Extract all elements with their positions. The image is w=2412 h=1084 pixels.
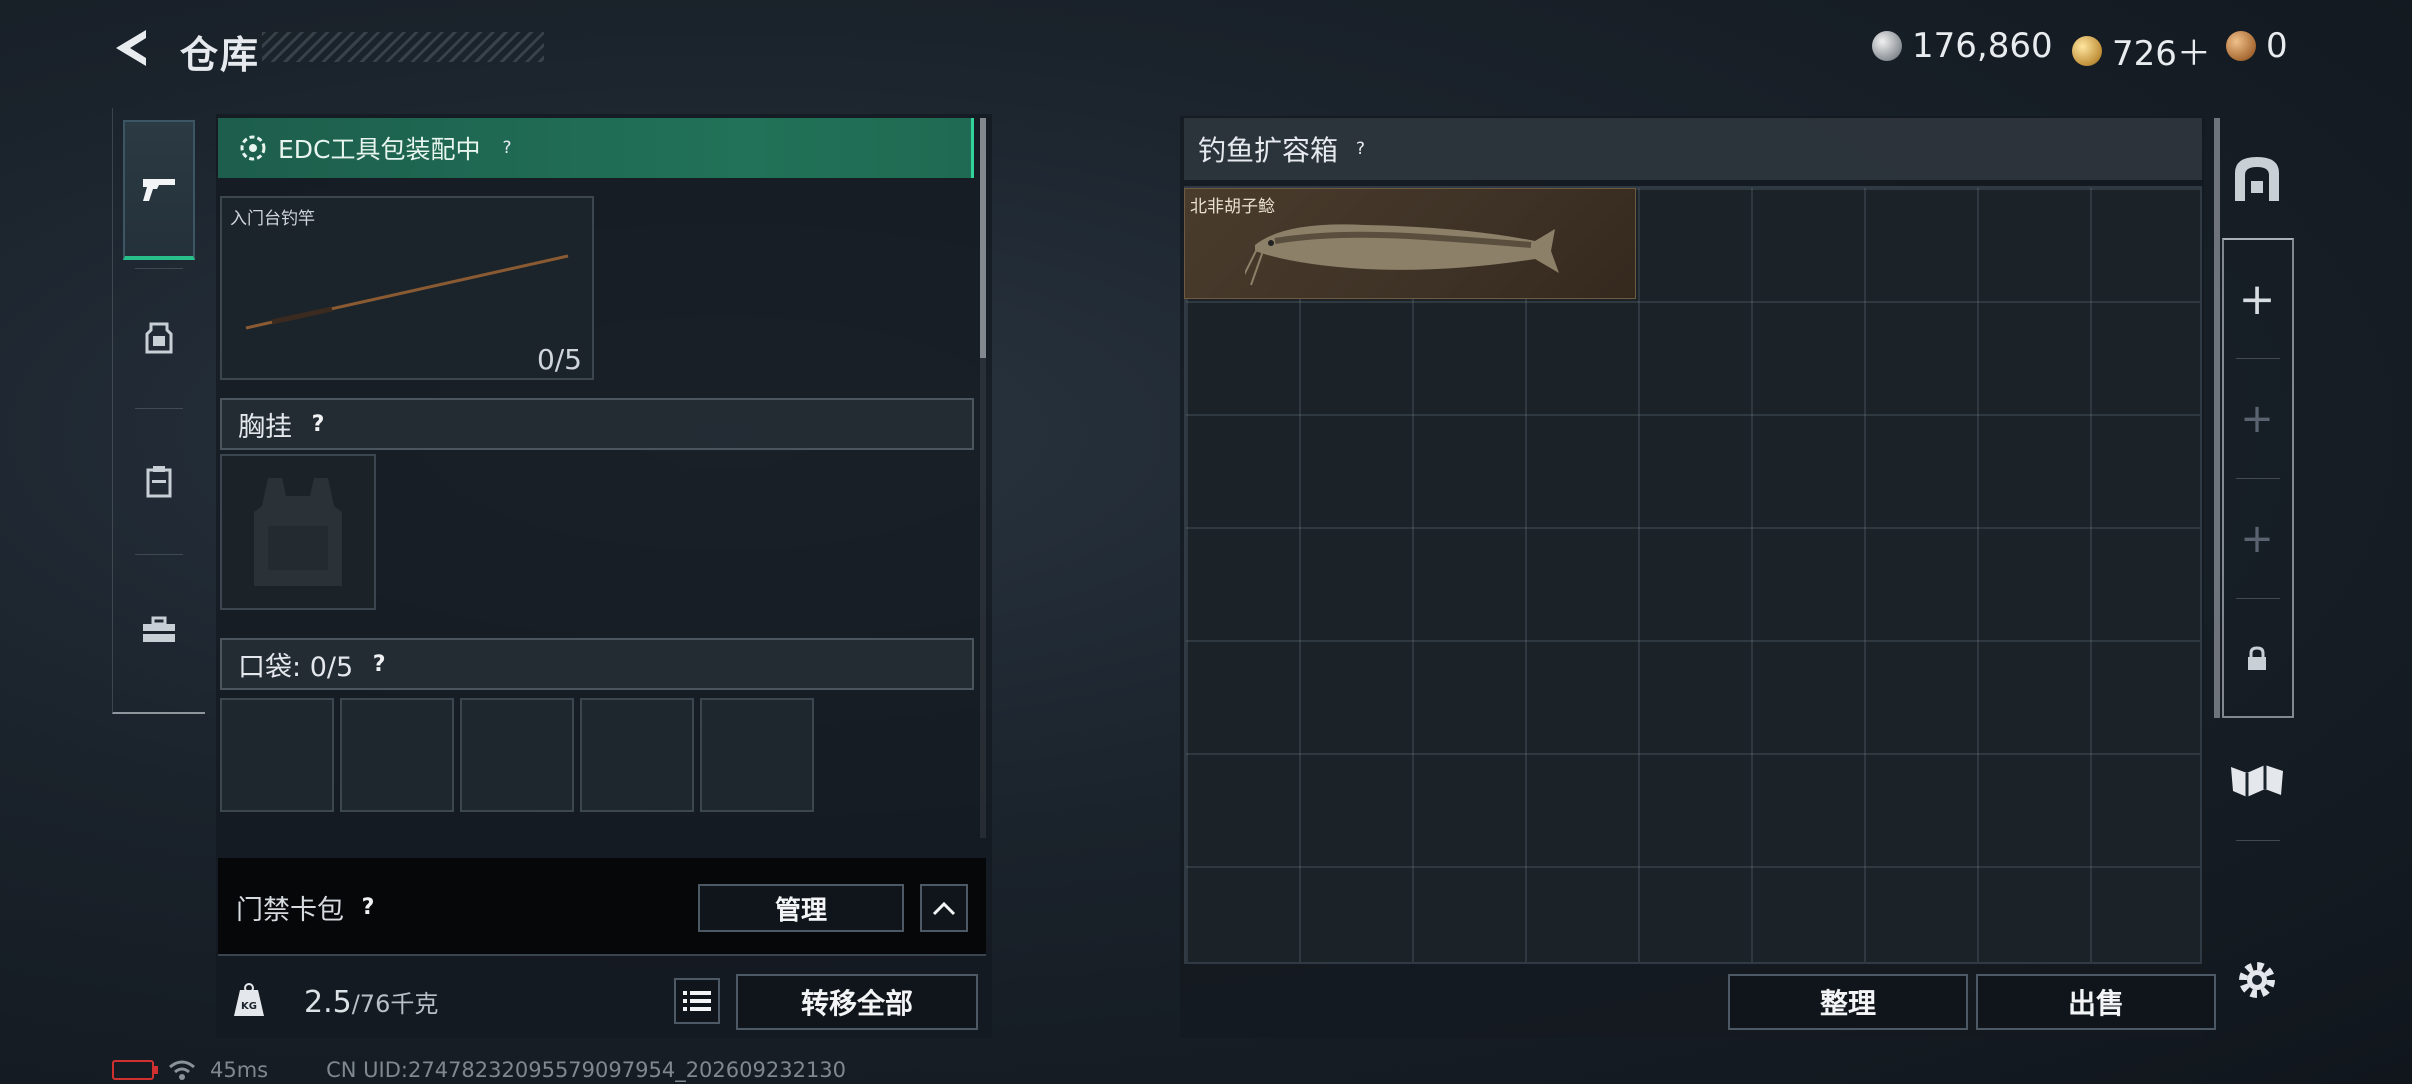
uid-readout: CN UID:2747823209557909795​4_20260923213… — [326, 1058, 847, 1082]
pocket-slot[interactable] — [220, 698, 334, 812]
chest-rig-icon — [145, 322, 173, 354]
back-arrow-icon[interactable] — [110, 24, 154, 72]
ping-readout: 45ms — [210, 1058, 269, 1082]
pocket-slot[interactable] — [340, 698, 454, 812]
rod-slot-count: 0/5 — [536, 343, 582, 376]
pocket-label: 口袋: 0/5 — [238, 651, 354, 683]
currency-silver[interactable]: 176,860 — [1872, 26, 2053, 66]
page-title: 仓库 — [180, 33, 261, 77]
weight-icon: KG — [232, 982, 266, 1018]
silver-amount: 176,860 — [1912, 26, 2053, 66]
container-header: 钓鱼扩容箱 ? — [1184, 118, 2202, 180]
list-view-button[interactable] — [674, 978, 720, 1024]
plus-icon: + — [2240, 396, 2274, 442]
lock-icon — [2248, 646, 2266, 670]
wifi-icon — [169, 1060, 195, 1080]
map-storage-button[interactable] — [2222, 722, 2292, 840]
edc-help-icon[interactable]: ? — [503, 138, 512, 158]
plus-icon: + — [2240, 516, 2274, 562]
pistol-icon — [143, 179, 175, 201]
item-name-label: 北非胡子鲶 — [1190, 197, 1275, 217]
weight-value: 2.5 — [304, 985, 352, 1020]
map-icon — [2231, 765, 2283, 797]
gear-icon — [2239, 962, 2275, 998]
edc-status-label: EDC工具包装配中 — [278, 135, 481, 164]
pocket-slot[interactable] — [580, 698, 694, 812]
silver-coin-icon — [1872, 31, 1902, 61]
edc-status-bar[interactable]: EDC工具包装配中 ? — [218, 118, 974, 178]
pocket-slot[interactable] — [460, 698, 574, 812]
add-storage-button-disabled[interactable]: + — [2222, 480, 2292, 598]
gold-coin-icon — [2072, 35, 2102, 66]
chevron-up-icon — [932, 901, 956, 916]
tab-backpack[interactable] — [123, 412, 195, 552]
weight-capacity: /76千克 — [351, 990, 439, 1018]
backpack-icon — [146, 466, 172, 498]
catfish-image — [1245, 224, 1559, 286]
bronze-coin-icon — [2226, 31, 2256, 61]
storage-grid[interactable] — [1184, 186, 2202, 964]
title-decoration — [262, 32, 544, 62]
storage-scrollbar[interactable] — [2214, 118, 2220, 718]
loadout-scrollbar-thumb[interactable] — [980, 118, 986, 358]
weight-readout: 2.5/76千克 — [304, 984, 438, 1020]
pocket-header: 口袋: 0/5 ? — [220, 638, 974, 690]
vest-placeholder-icon — [254, 478, 342, 586]
fishing-rod-slot[interactable]: 入门台钓竿 0/5 — [220, 196, 594, 380]
plus-icon: + — [2238, 273, 2276, 325]
safe-box-icon — [2235, 157, 2279, 201]
fishing-rod-image — [245, 254, 569, 330]
pocket-slot[interactable] — [700, 698, 814, 812]
add-storage-button-disabled[interactable]: + — [2222, 360, 2292, 478]
container-help-icon[interactable]: ? — [1356, 139, 1365, 159]
sell-button[interactable]: 出售 — [1976, 974, 2216, 1030]
svg-text:KG: KG — [241, 1001, 257, 1012]
pocket-count: 0/5 — [309, 651, 354, 683]
tab-chest-rig[interactable] — [123, 268, 195, 408]
list-icon — [683, 991, 711, 1011]
sort-button[interactable]: 整理 — [1728, 974, 1968, 1030]
toolbox-icon — [143, 616, 175, 642]
storage-tab-home[interactable] — [2222, 120, 2292, 238]
rod-name: 入门台钓竿 — [230, 209, 315, 229]
chest-rig-help-icon[interactable]: ? — [302, 408, 334, 440]
settings-button[interactable] — [2222, 920, 2292, 1040]
tab-toolbox[interactable] — [123, 560, 195, 700]
chest-rig-header: 胸挂 ? — [220, 398, 974, 450]
tab-weapon[interactable] — [123, 120, 195, 260]
bronze-amount: 0 — [2266, 26, 2288, 66]
pocket-help-icon[interactable]: ? — [363, 648, 395, 680]
currency-gold[interactable]: 726＋ — [2072, 26, 2211, 75]
currency-bronze[interactable]: 0 — [2226, 26, 2288, 66]
keycard-help-icon[interactable]: ? — [352, 892, 384, 924]
battery-icon — [112, 1060, 158, 1080]
equipment-tab-bar — [112, 108, 205, 714]
chest-rig-label: 胸挂 — [238, 411, 292, 443]
keycard-pack-label: 门禁卡包 — [236, 895, 344, 926]
transfer-all-button[interactable]: 转移全部 — [736, 974, 978, 1030]
locked-storage-slot[interactable] — [2222, 600, 2292, 718]
gear-badge-icon — [240, 135, 266, 161]
collapse-button[interactable] — [920, 884, 968, 932]
chest-rig-slot[interactable] — [220, 454, 376, 610]
container-title: 钓鱼扩容箱 — [1198, 134, 1339, 167]
device-status-bar: 45ms CN UID:2747823209557909795​4_202609… — [112, 1058, 846, 1082]
manage-button[interactable]: 管理 — [698, 884, 904, 932]
gold-amount: 726＋ — [2112, 34, 2211, 74]
keycard-pack-title: 门禁卡包 ? — [236, 888, 384, 927]
add-storage-button[interactable]: + — [2222, 240, 2292, 358]
